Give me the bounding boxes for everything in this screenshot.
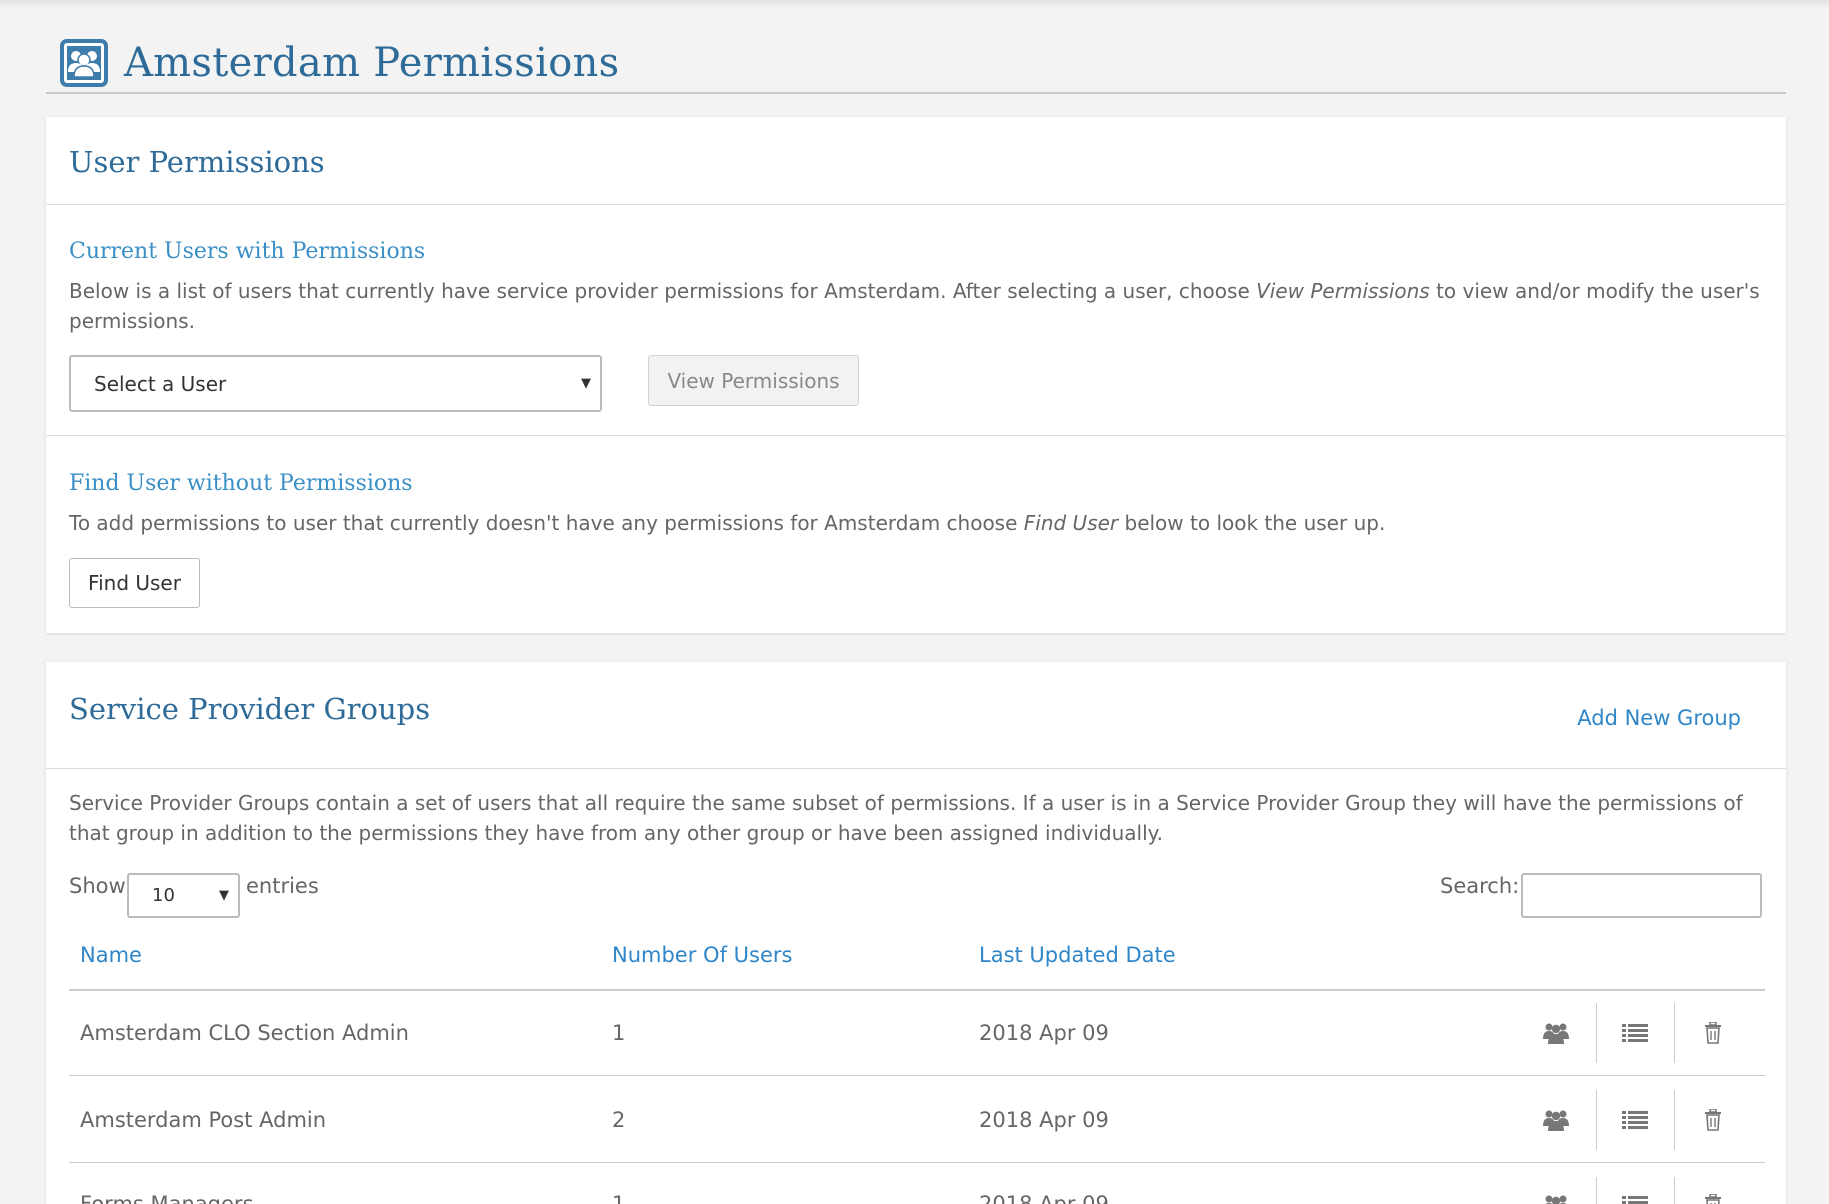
find-user-section: Find User without Permissions To add per… (69, 471, 1763, 538)
search-label: Search: (1440, 874, 1520, 898)
current-users-section: Current Users with Permissions Below is … (69, 239, 1763, 336)
groups-header: Service Provider Groups Add New Group (46, 662, 1786, 769)
select-user-value: Select a User (94, 371, 227, 396)
user-permissions-panel: User Permissions Current Users with Perm… (46, 117, 1786, 633)
description-emphasis: View Permissions (1256, 279, 1430, 303)
description-emphasis: Find User (1023, 511, 1119, 535)
current-users-heading: Current Users with Permissions (69, 239, 426, 264)
column-header-name[interactable]: Name (80, 943, 142, 967)
trash-icon[interactable] (1697, 1189, 1729, 1204)
action-separator (1674, 1177, 1675, 1204)
trash-icon[interactable] (1697, 1104, 1729, 1136)
select-user-dropdown[interactable]: Select a User ▼ (69, 355, 602, 412)
list-permissions-icon[interactable] (1619, 1017, 1651, 1049)
manage-members-icon[interactable] (1540, 1017, 1572, 1049)
action-separator (1596, 1177, 1597, 1204)
groups-description: Service Provider Groups contain a set of… (69, 791, 1743, 845)
manage-members-icon[interactable] (1540, 1104, 1572, 1136)
show-label: Show (69, 874, 126, 898)
description-text: Below is a list of users that currently … (69, 279, 1257, 303)
column-header-last-updated-date[interactable]: Last Updated Date (979, 943, 1176, 967)
find-user-button[interactable]: Find User (69, 558, 200, 608)
user-permissions-header: User Permissions (46, 117, 1786, 205)
view-permissions-button[interactable]: View Permissions (648, 355, 859, 406)
group-users-cell: 1 (612, 1021, 626, 1045)
find-user-heading: Find User without Permissions (69, 471, 413, 496)
user-permissions-title: User Permissions (69, 145, 325, 179)
group-users-cell: 2 (612, 1108, 626, 1132)
trash-icon[interactable] (1697, 1017, 1729, 1049)
chevron-down-icon: ▼ (219, 888, 229, 903)
list-permissions-icon[interactable] (1619, 1189, 1651, 1204)
manage-members-icon[interactable] (1540, 1189, 1572, 1204)
column-header-number-of-users[interactable]: Number Of Users (612, 943, 792, 967)
entries-label: entries (246, 874, 319, 898)
action-separator (1674, 1090, 1675, 1150)
action-separator (1674, 1003, 1675, 1063)
description-text: below to look the user up. (1118, 511, 1386, 535)
row-divider (69, 1162, 1765, 1163)
groups-title: Service Provider Groups (69, 692, 431, 726)
section-divider (46, 435, 1786, 436)
list-permissions-icon[interactable] (1619, 1104, 1651, 1136)
current-users-description: Below is a list of users that currently … (69, 276, 1763, 336)
search-input[interactable] (1521, 873, 1762, 918)
service-provider-groups-panel: Service Provider Groups Add New Group Se… (46, 662, 1786, 1204)
action-separator (1596, 1090, 1597, 1150)
group-users-cell: 1 (612, 1192, 626, 1204)
entries-per-page-select[interactable]: 10 ▼ (127, 873, 240, 918)
group-date-cell: 2018 Apr 09 (979, 1192, 1109, 1204)
group-date-cell: 2018 Apr 09 (979, 1108, 1109, 1132)
group-date-cell: 2018 Apr 09 (979, 1021, 1109, 1045)
row-divider (69, 1075, 1765, 1076)
page-header: Amsterdam Permissions (46, 36, 1786, 94)
users-group-icon (60, 39, 108, 87)
group-name-cell: Amsterdam Post Admin (80, 1108, 327, 1132)
top-shadow (0, 0, 1829, 8)
entries-value: 10 (152, 885, 175, 906)
group-name-cell: Forms Managers (80, 1192, 254, 1204)
table-header-rule (69, 989, 1765, 991)
page-title: Amsterdam Permissions (124, 40, 620, 86)
add-new-group-link[interactable]: Add New Group (1577, 706, 1741, 730)
action-separator (1596, 1003, 1597, 1063)
find-user-description: To add permissions to user that currentl… (69, 508, 1763, 538)
description-text: To add permissions to user that currentl… (69, 511, 1024, 535)
chevron-down-icon: ▼ (581, 376, 591, 391)
group-name-cell: Amsterdam CLO Section Admin (80, 1021, 409, 1045)
